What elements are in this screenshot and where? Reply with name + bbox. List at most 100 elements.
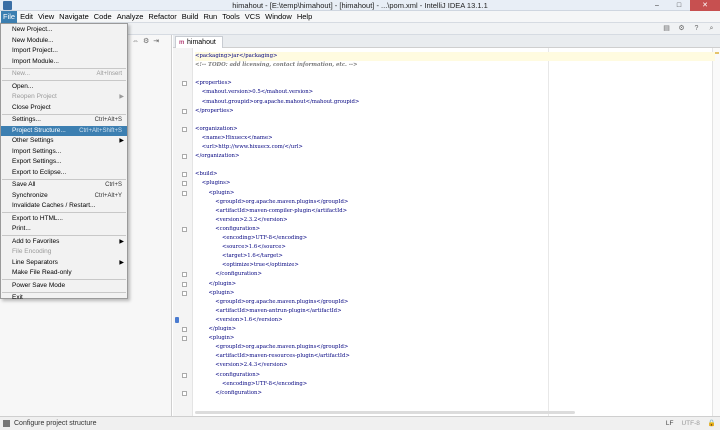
code-line[interactable]: </properties> [195, 107, 234, 116]
menu-help[interactable]: Help [295, 11, 314, 23]
error-stripe[interactable] [712, 48, 720, 416]
fold-toggle-icon[interactable] [182, 190, 187, 196]
menu-view[interactable]: View [36, 11, 56, 23]
menu-item-invalidate-caches-restart[interactable]: Invalidate Caches / Restart... [1, 201, 127, 212]
menu-item-file-encoding[interactable]: File Encoding [1, 247, 127, 258]
menu-analyze[interactable]: Analyze [115, 11, 146, 23]
gear-icon[interactable]: ⚙ [143, 37, 149, 45]
menu-item-exit[interactable]: Exit [1, 293, 127, 304]
menu-item-make-file-read-only[interactable]: Make File Read-only [1, 268, 127, 279]
code-line[interactable]: <version>1.6</version> [195, 316, 282, 325]
code-line[interactable]: <encoding>UTF-8</encoding> [195, 234, 307, 243]
code-line[interactable]: <plugin> [195, 189, 234, 198]
lock-icon[interactable]: 🔒 [708, 417, 716, 430]
code-line[interactable]: <source>1.6</source> [195, 243, 286, 252]
fold-toggle-icon[interactable] [182, 290, 187, 296]
code-line[interactable]: <groupId>org.apache.maven.plugins</group… [195, 343, 348, 352]
code-line[interactable]: <encoding>UTF-8</encoding> [195, 380, 307, 389]
menu-run[interactable]: Run [201, 11, 219, 23]
menu-item-close-project[interactable]: Close Project [1, 103, 127, 114]
code-line[interactable]: <artifactId>maven-resources-plugin</arti… [195, 352, 350, 361]
code-line[interactable]: <artifactId>maven-antrun-plugin</artifac… [195, 307, 341, 316]
code-line[interactable]: </plugin> [195, 325, 236, 334]
code-line[interactable]: </organization> [195, 152, 239, 161]
code-line[interactable]: </plugin> [195, 280, 236, 289]
editor-gutter[interactable] [173, 48, 193, 416]
fold-toggle-icon[interactable] [182, 226, 187, 232]
menu-item-line-separators[interactable]: Line Separators ▶ [1, 258, 127, 269]
menu-file[interactable]: File [1, 10, 18, 23]
code-line[interactable]: <version>2.4.3</version> [195, 361, 287, 370]
code-line[interactable]: <build> [195, 170, 217, 179]
code-line[interactable]: <plugins> [195, 179, 231, 188]
code-line[interactable]: <mahout.version>0.5</mahout.version> [195, 88, 313, 97]
menu-refactor[interactable]: Refactor [146, 11, 178, 23]
gutter-marker-icon[interactable] [175, 316, 179, 323]
code-line[interactable]: <target>1.6</target> [195, 252, 283, 261]
code-editor[interactable]: <packaging>jar</packaging> <!-- TODO: add… [173, 48, 720, 416]
close-button[interactable]: ✕ [690, 0, 720, 11]
tab-pom-xml[interactable]: m himahout [175, 36, 223, 48]
fold-toggle-icon[interactable] [182, 327, 187, 332]
code-line[interactable]: <plugin> [195, 334, 234, 343]
collapse-icon[interactable]: ⇔ [132, 38, 139, 45]
menu-code[interactable]: Code [92, 11, 114, 23]
code-line[interactable]: <configuration> [195, 371, 260, 380]
fold-toggle-icon[interactable] [182, 172, 187, 178]
code-line[interactable]: <groupId>org.apache.maven.plugins</group… [195, 298, 348, 307]
menu-item-reopen-project[interactable]: Reopen Project ▶ [1, 92, 127, 103]
menu-item-other-settings[interactable]: Other Settings ▶ [1, 136, 127, 147]
maximize-button[interactable]: □ [668, 0, 690, 11]
tool-windows-icon[interactable] [3, 420, 10, 427]
menu-item-new-module[interactable]: New Module... [1, 36, 127, 47]
code-line[interactable]: <version>2.3.2</version> [195, 216, 287, 225]
code-line[interactable]: <optimize>true</optimize> [195, 261, 299, 270]
hide-icon[interactable]: ⇥ [153, 37, 159, 45]
menu-item-power-save-mode[interactable]: Power Save Mode [1, 281, 127, 292]
menu-item-save-all[interactable]: Save All Ctrl+S [1, 180, 127, 191]
help-icon[interactable]: ? [692, 24, 701, 33]
menu-item-print[interactable]: Print... [1, 224, 127, 235]
fold-toggle-icon[interactable] [182, 281, 187, 287]
fold-toggle-icon[interactable] [182, 336, 187, 342]
settings-icon[interactable]: ⚙ [677, 24, 686, 33]
fold-toggle-icon[interactable] [182, 108, 187, 114]
menu-item-new-project[interactable]: New Project... [1, 25, 127, 36]
minimize-button[interactable]: – [646, 0, 668, 11]
menu-window[interactable]: Window [263, 11, 294, 23]
fold-toggle-icon[interactable] [182, 390, 187, 396]
project-structure-icon[interactable]: ▤ [662, 24, 671, 33]
menu-item-import-settings[interactable]: Import Settings... [1, 147, 127, 158]
menu-item-settings[interactable]: Settings... Ctrl+Alt+S [1, 115, 127, 126]
menu-tools[interactable]: Tools [220, 11, 242, 23]
code-line[interactable]: <configuration> [195, 225, 260, 234]
fold-toggle-icon[interactable] [182, 154, 187, 160]
code-line[interactable]: <mahout.groupid>org.apache.mahout</mahou… [195, 98, 360, 107]
fold-toggle-icon[interactable] [182, 272, 187, 278]
menu-item-synchronize[interactable]: Synchronize Ctrl+Alt+Y [1, 191, 127, 202]
code-line[interactable]: </configuration> [195, 270, 262, 279]
menu-item-project-structure[interactable]: Project Structure... Ctrl+Alt+Shift+S [1, 125, 127, 136]
code-line[interactable]: <organization> [195, 125, 238, 134]
search-icon[interactable]: ⌕ [707, 24, 716, 33]
fold-toggle-icon[interactable] [182, 181, 187, 187]
menu-item-export-to-html[interactable]: Export to HTML... [1, 214, 127, 225]
menu-item-add-to-favorites[interactable]: Add to Favorites ▶ [1, 237, 127, 248]
code-line[interactable]: </configuration> [195, 389, 262, 398]
code-line[interactable]: <name>Hixuecx</name> [195, 134, 273, 143]
fold-toggle-icon[interactable] [182, 81, 187, 87]
code-line[interactable]: <url>http://www.hixuecx.com/</url> [195, 143, 303, 152]
horizontal-scrollbar[interactable] [195, 411, 575, 414]
code-line[interactable]: <groupId>org.apache.maven.plugins</group… [195, 198, 348, 207]
menu-edit[interactable]: Edit [18, 11, 35, 23]
menu-vcs[interactable]: VCS [243, 11, 262, 23]
code-line[interactable]: <!-- TODO: add licensing, contact inform… [195, 61, 358, 70]
fold-toggle-icon[interactable] [182, 126, 187, 132]
code-line[interactable]: <properties> [195, 79, 232, 88]
menu-build[interactable]: Build [180, 11, 201, 23]
code-line[interactable]: <plugin> [195, 289, 234, 298]
encoding-indicator[interactable]: UTF-8 [681, 417, 699, 430]
fold-toggle-icon[interactable] [182, 372, 187, 378]
menu-item-new[interactable]: New... Alt+Insert [1, 69, 127, 80]
menu-item-open[interactable]: Open... [1, 82, 127, 93]
